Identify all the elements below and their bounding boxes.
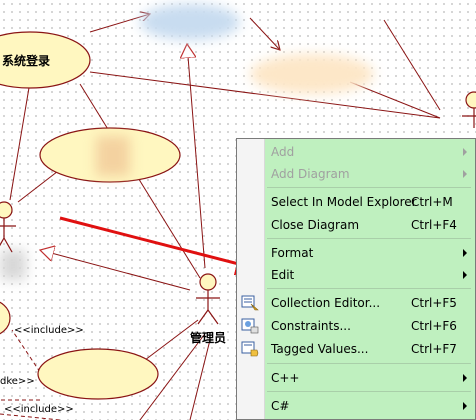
- submenu-arrow-icon: [463, 148, 467, 156]
- redacted-region: [0, 250, 26, 280]
- actor-left[interactable]: [0, 201, 16, 253]
- include-label: <<include>>: [4, 404, 74, 415]
- menu-item-shortcut: Ctrl+M: [411, 195, 453, 209]
- menu-item-add[interactable]: Add: [265, 141, 475, 163]
- submenu-arrow-icon: [463, 249, 467, 257]
- tagged-values-icon: [241, 341, 259, 357]
- context-menu[interactable]: Add Add Diagram Select In Model Explorer…: [236, 138, 476, 420]
- menu-separator: [267, 187, 471, 188]
- menu-item-label: Add Diagram: [271, 167, 350, 181]
- menu-item-label: C++: [271, 371, 300, 385]
- menu-item-label: Add: [271, 145, 295, 159]
- menu-separator: [267, 288, 471, 289]
- menu-item-shortcut: Ctrl+F6: [411, 319, 457, 333]
- menu-separator: [267, 238, 471, 239]
- menu-item-edit[interactable]: Edit: [265, 264, 475, 286]
- annotation-arrow: [59, 216, 264, 276]
- menu-icon-gutter: [237, 139, 265, 419]
- actor-right[interactable]: [462, 91, 476, 128]
- menu-item-shortcut: Ctrl+F5: [411, 296, 457, 310]
- submenu-arrow-icon: [463, 402, 467, 410]
- menu-item-shortcut: Ctrl+F4: [411, 218, 457, 232]
- constraints-icon: [241, 318, 259, 334]
- submenu-arrow-icon: [463, 374, 467, 382]
- usecase-login-label: 系统登录: [2, 53, 50, 68]
- menu-item-format[interactable]: Format: [265, 242, 475, 264]
- menu-item-label: Close Diagram: [271, 218, 360, 232]
- menu-item-close-diagram[interactable]: Close Diagram Ctrl+F4: [265, 214, 475, 236]
- usecase-redacted-2[interactable]: [37, 348, 159, 400]
- collection-editor-icon: [241, 295, 259, 311]
- actor-admin[interactable]: [196, 273, 220, 325]
- submenu-arrow-icon: [463, 170, 467, 178]
- menu-item-label: Tagged Values...: [271, 342, 369, 356]
- menu-item-shortcut: Ctrl+F7: [411, 342, 457, 356]
- redacted-region: [96, 136, 130, 176]
- redacted-region: [140, 4, 240, 40]
- redacted-region: [250, 54, 374, 94]
- menu-item-select-in-model-explorer[interactable]: Select In Model Explorer Ctrl+M: [265, 191, 475, 213]
- actor-admin-label: 管理员: [190, 330, 226, 345]
- menu-item-label: Collection Editor...: [271, 296, 381, 310]
- menu-item-tagged-values[interactable]: Tagged Values... Ctrl+F7: [265, 338, 475, 360]
- menu-item-add-diagram[interactable]: Add Diagram: [265, 163, 475, 185]
- menu-separator: [267, 363, 471, 364]
- menu-item-label: Select In Model Explorer: [271, 195, 417, 209]
- include-label: <<include>>: [14, 325, 84, 336]
- menu-item-csharp[interactable]: C#: [265, 395, 475, 417]
- menu-item-label: C#: [271, 399, 290, 413]
- menu-item-label: Format: [271, 246, 314, 260]
- menu-item-label: Constraints...: [271, 319, 351, 333]
- menu-item-label: Edit: [271, 268, 295, 282]
- submenu-arrow-icon: [463, 271, 467, 279]
- menu-item-collection-editor[interactable]: Collection Editor... Ctrl+F5: [265, 292, 475, 314]
- usecase-partial[interactable]: [0, 300, 11, 336]
- menu-item-constraints[interactable]: Constraints... Ctrl+F6: [265, 315, 475, 337]
- menu-item-cpp[interactable]: C++: [265, 367, 475, 389]
- menu-separator: [267, 391, 471, 392]
- include-label: dke>>: [0, 376, 35, 387]
